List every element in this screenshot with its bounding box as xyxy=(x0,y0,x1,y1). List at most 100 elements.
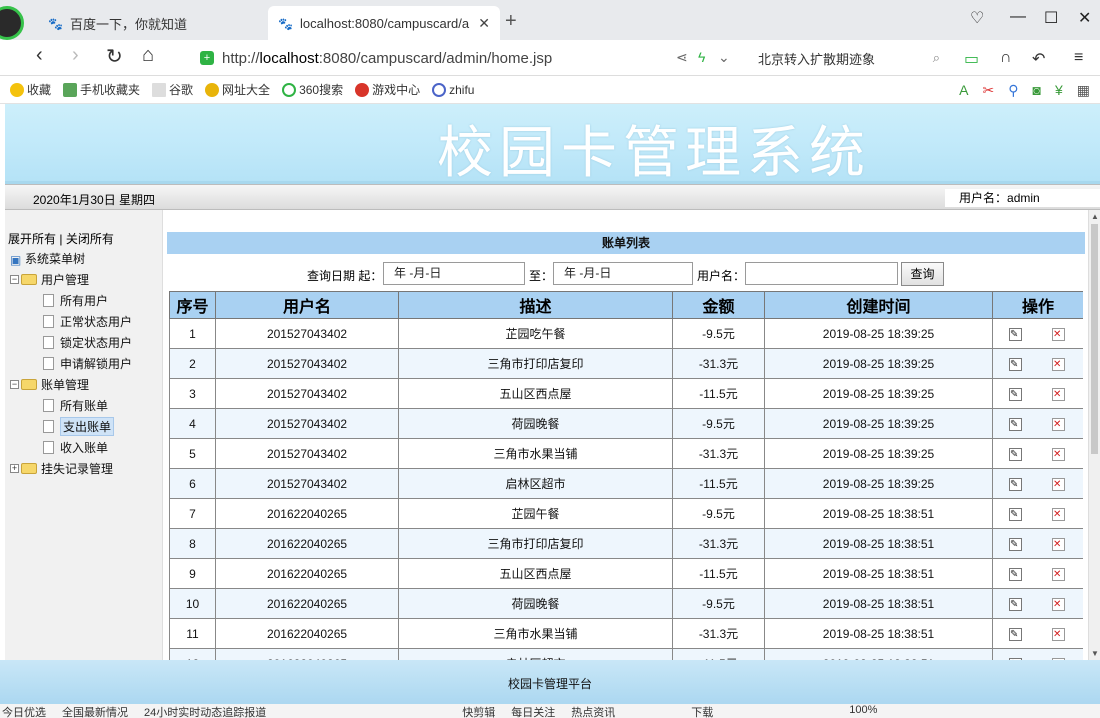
tree-group-loss-records[interactable]: + 挂失记录管理 xyxy=(10,458,132,479)
game-controller-icon[interactable]: ◙ xyxy=(1033,82,1041,99)
status-item[interactable]: 快剪辑 xyxy=(462,704,495,718)
delete-icon[interactable]: ✕ xyxy=(1052,508,1065,521)
status-item[interactable]: 24小时实时动态追踪报道 xyxy=(144,704,266,718)
expand-all-link[interactable]: 展开所有 xyxy=(8,232,56,246)
bookmark-mobile[interactable]: 手机收藏夹 xyxy=(63,81,140,98)
delete-icon[interactable]: ✕ xyxy=(1052,568,1065,581)
minimize-icon[interactable]: — xyxy=(1010,8,1026,26)
cell-no: 7 xyxy=(169,498,216,529)
url-field[interactable]: + http://localhost:8080/campuscard/admin… xyxy=(200,45,740,71)
bookmark-360[interactable]: 360搜索 xyxy=(282,81,343,98)
end-date-input[interactable]: 年 -月-日 xyxy=(553,262,693,285)
tree-item-locked-users[interactable]: 锁定状态用户 xyxy=(10,332,132,353)
tree-item-label: 所有账单 xyxy=(60,399,109,413)
home-icon[interactable]: ⌂ xyxy=(142,44,154,67)
chevron-down-icon[interactable]: ⌄ xyxy=(718,49,730,66)
bookmark-directory[interactable]: 网址大全 xyxy=(205,81,270,98)
reload-icon[interactable]: ↻ xyxy=(106,44,123,69)
cell-desc: 三角市水果当铺 xyxy=(398,618,673,649)
yen-icon[interactable]: ¥ xyxy=(1055,82,1063,99)
tree-item-normal-users[interactable]: 正常状态用户 xyxy=(10,311,132,332)
delete-icon[interactable]: ✕ xyxy=(1052,418,1065,431)
edit-icon[interactable]: ✎ xyxy=(1009,508,1022,521)
bookmark-games[interactable]: 游戏中心 xyxy=(355,81,420,98)
headphones-icon[interactable]: ∩ xyxy=(1000,49,1012,67)
maximize-icon[interactable]: ☐ xyxy=(1044,8,1058,28)
tree-item-expense-bills[interactable]: 支出账单 xyxy=(10,416,132,437)
edit-icon[interactable]: ✎ xyxy=(1009,598,1022,611)
search-icon[interactable]: ⌕ xyxy=(933,50,940,66)
bookmark-google[interactable]: 谷歌 xyxy=(152,81,193,98)
cell-desc: 五山区西点屋 xyxy=(398,378,673,409)
edit-icon[interactable]: ✎ xyxy=(1009,628,1022,641)
close-tab-icon[interactable]: ✕ xyxy=(478,15,490,32)
start-date-input[interactable]: 年 -月-日 xyxy=(383,262,525,285)
bill-table-body: 1 201527043402 芷园吃午餐 -9.5元 2019-08-25 18:39:… xyxy=(169,318,1083,660)
collapse-icon[interactable]: − xyxy=(10,380,19,389)
page-scrollbar[interactable]: ▲ ▼ xyxy=(1088,210,1100,660)
edit-icon[interactable]: ✎ xyxy=(1009,478,1022,491)
undo-icon[interactable]: ↶ xyxy=(1032,49,1045,69)
collapse-all-link[interactable]: 关闭所有 xyxy=(66,232,114,246)
tree-group-bill-management[interactable]: − 账单管理 xyxy=(10,374,132,395)
new-tab-icon[interactable]: + xyxy=(505,10,517,33)
scroll-thumb[interactable] xyxy=(1091,224,1098,454)
edit-icon[interactable]: ✎ xyxy=(1009,358,1022,371)
delete-icon[interactable]: ✕ xyxy=(1052,358,1065,371)
to-label: 至： xyxy=(529,269,554,283)
apps-grid-icon[interactable]: ▦ xyxy=(1077,82,1090,99)
username-input[interactable] xyxy=(745,262,898,285)
scroll-down-icon[interactable]: ▼ xyxy=(1091,649,1099,658)
translate-icon[interactable]: A xyxy=(959,82,968,99)
tree-item-unlock-requests[interactable]: 申请解锁用户 xyxy=(10,353,132,374)
status-item[interactable]: 今日优选 xyxy=(2,704,46,718)
collapse-icon[interactable]: − xyxy=(10,275,19,284)
status-item[interactable]: 下载 xyxy=(691,704,713,718)
cell-actions: ✎✕ xyxy=(992,378,1083,409)
close-window-icon[interactable]: ✕ xyxy=(1078,8,1091,28)
delete-icon[interactable]: ✕ xyxy=(1052,388,1065,401)
share-icon[interactable]: ⋖ xyxy=(676,49,688,66)
cell-no: 3 xyxy=(169,378,216,409)
bookmark-favorites[interactable]: 收藏 xyxy=(10,81,51,98)
tree-item-all-bills[interactable]: 所有账单 xyxy=(10,395,132,416)
status-item[interactable]: 全国最新情况 xyxy=(62,704,128,718)
magnifier-icon[interactable]: ⚲ xyxy=(1008,82,1018,99)
scroll-up-icon[interactable]: ▲ xyxy=(1091,212,1099,221)
lightning-icon[interactable]: ϟ xyxy=(698,49,705,65)
skin-icon[interactable]: ♡ xyxy=(970,8,984,28)
expand-icon[interactable]: + xyxy=(10,464,19,473)
edit-icon[interactable]: ✎ xyxy=(1009,328,1022,341)
tree-group-user-management[interactable]: − 用户管理 xyxy=(10,269,132,290)
edit-icon[interactable]: ✎ xyxy=(1009,568,1022,581)
tab-baidu[interactable]: 🐾 百度一下，你就知道 xyxy=(38,6,260,40)
cell-actions: ✎✕ xyxy=(992,438,1083,469)
browser-logo-icon[interactable] xyxy=(0,6,24,40)
panel-title: 账单列表 xyxy=(167,232,1085,254)
scissors-icon[interactable]: ✂ xyxy=(983,82,995,99)
tab-campuscard[interactable]: 🐾 localhost:8080/campuscard/a ✕ xyxy=(268,6,500,40)
forward-icon[interactable]: › xyxy=(72,44,79,67)
menu-icon[interactable]: ≡ xyxy=(1074,49,1083,67)
battery-icon[interactable]: ▭ xyxy=(964,49,979,69)
delete-icon[interactable]: ✕ xyxy=(1052,448,1065,461)
edit-icon[interactable]: ✎ xyxy=(1009,418,1022,431)
edit-icon[interactable]: ✎ xyxy=(1009,448,1022,461)
status-item[interactable]: 热点资讯 xyxy=(571,704,615,718)
back-icon[interactable]: ‹ xyxy=(36,44,43,67)
delete-icon[interactable]: ✕ xyxy=(1052,478,1065,491)
status-item[interactable]: 每日关注 xyxy=(511,704,555,718)
delete-icon[interactable]: ✕ xyxy=(1052,538,1065,551)
delete-icon[interactable]: ✕ xyxy=(1052,628,1065,641)
delete-icon[interactable]: ✕ xyxy=(1052,328,1065,341)
tree-item-all-users[interactable]: 所有用户 xyxy=(10,290,132,311)
zoom-level[interactable]: 100% xyxy=(849,704,877,718)
edit-icon[interactable]: ✎ xyxy=(1009,388,1022,401)
tree-root[interactable]: ▣ 系统菜单树 xyxy=(10,248,132,269)
delete-icon[interactable]: ✕ xyxy=(1052,598,1065,611)
edit-icon[interactable]: ✎ xyxy=(1009,538,1022,551)
bookmark-zhifu[interactable]: zhifu xyxy=(432,82,474,97)
search-box[interactable]: 北京转入扩散期迹象 ⌕ xyxy=(748,45,948,71)
query-button[interactable]: 查询 xyxy=(901,262,944,286)
tree-item-income-bills[interactable]: 收入账单 xyxy=(10,437,132,458)
